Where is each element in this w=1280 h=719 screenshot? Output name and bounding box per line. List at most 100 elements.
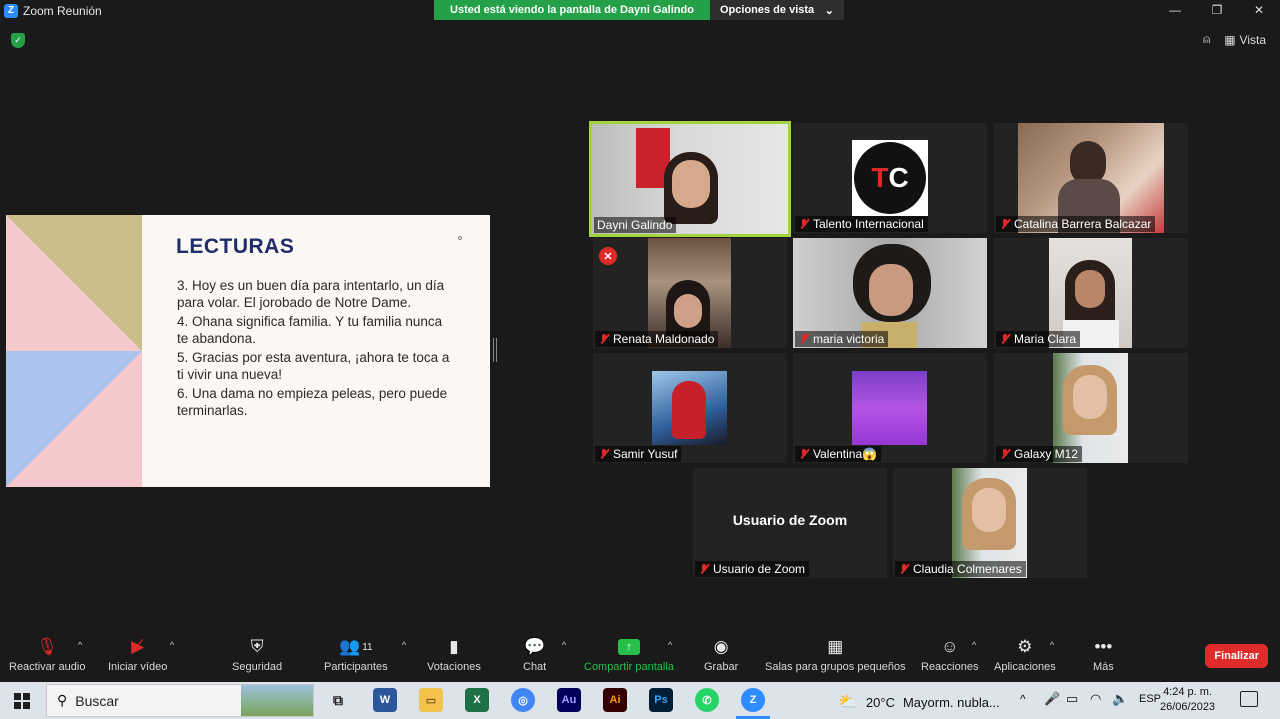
search-icon: ⚲ <box>57 692 68 708</box>
participants-icon: 👥 11 <box>339 637 373 656</box>
more-dots-icon: ••• <box>1094 637 1113 656</box>
participant-tile[interactable]: Usuario de Zoom Usuario de Zoom <box>693 468 887 578</box>
zoom-logo-icon: Z <box>4 3 18 18</box>
file-explorer-icon[interactable]: ▭ <box>419 688 443 712</box>
video-options-caret[interactable]: ^ <box>170 640 174 650</box>
security-label: Seguridad <box>232 661 283 673</box>
reactions-button[interactable]: ☺ Reacciones <box>921 636 978 673</box>
task-view-icon[interactable]: ⧉ <box>326 688 350 712</box>
breakout-rooms-button[interactable]: ▦ Salas para grupos pequeños <box>765 636 906 673</box>
taskbar-clock[interactable]: 4:24 p. m. 26/06/2023 <box>1160 685 1215 715</box>
battery-icon[interactable]: ▭ <box>1066 691 1078 707</box>
weather-desc: Mayorm. nubla... <box>902 694 1000 710</box>
video-off-icon: ▶̸ <box>131 637 145 656</box>
shared-screen-slide: LECTURAS 3. Hoy es un buen día para inte… <box>6 215 490 487</box>
polls-button[interactable]: ▮ Votaciones <box>427 636 481 673</box>
windows-start-icon[interactable] <box>14 693 30 709</box>
smiley-icon: ☺ <box>941 637 959 656</box>
microphone-tray-icon[interactable]: 🎤 <box>1044 691 1060 707</box>
participants-count: 11 <box>362 641 373 653</box>
chat-options-caret[interactable]: ^ <box>562 640 566 650</box>
word-icon[interactable]: W <box>373 688 397 712</box>
mic-muted-icon: 🎙 <box>36 637 59 656</box>
whatsapp-icon[interactable]: ✆ <box>695 688 719 712</box>
participants-options-caret[interactable]: ^ <box>402 640 406 650</box>
security-shield-icon[interactable]: ✓ <box>11 33 25 48</box>
split-view-divider[interactable] <box>493 338 497 362</box>
apps-icon: ⚙ <box>1017 637 1033 656</box>
tray-overflow-icon[interactable]: ^ <box>1020 692 1026 706</box>
view-button[interactable]: ▦ Vista <box>1224 33 1266 47</box>
mic-muted-icon <box>898 563 910 575</box>
security-button[interactable]: ⛨ Seguridad <box>232 636 282 673</box>
audition-icon[interactable]: Au <box>557 688 581 712</box>
record-label: Grabar <box>704 661 739 673</box>
shield-icon: ⛨ <box>250 637 264 656</box>
reactions-label: Reacciones <box>921 661 979 673</box>
participant-tile[interactable]: Samir Yusuf <box>593 353 787 463</box>
participant-tile[interactable]: Maria Clara <box>994 238 1188 348</box>
polls-label: Votaciones <box>427 661 481 673</box>
chat-button[interactable]: 💬 Chat <box>523 636 546 673</box>
person-face <box>1073 375 1107 419</box>
excel-icon[interactable]: X <box>465 688 489 712</box>
minimize-button[interactable]: — <box>1154 0 1196 20</box>
mic-muted-icon <box>798 333 810 345</box>
photoshop-icon[interactable]: Ps <box>649 688 673 712</box>
mic-muted-icon <box>999 218 1011 230</box>
wifi-icon[interactable]: ◠ <box>1090 691 1101 707</box>
participant-name: Claudia Colmenares <box>895 561 1026 577</box>
participant-name: Valentina😱 <box>795 446 882 462</box>
participant-tile[interactable]: Valentina😱 <box>793 353 987 463</box>
share-options-caret[interactable]: ^ <box>668 640 672 650</box>
speaker-icon[interactable]: 🔈 <box>1112 691 1128 707</box>
view-options-button[interactable]: Opciones de vista ⌄ <box>710 0 844 20</box>
unmute-button[interactable]: 🎙 Reactivar audio <box>9 636 85 673</box>
mic-muted-icon <box>598 448 610 460</box>
participant-tile[interactable]: Galaxy M12 <box>994 353 1188 463</box>
language-indicator[interactable]: ESP <box>1139 693 1161 705</box>
chat-label: Chat <box>523 661 547 673</box>
share-screen-icon: ↑ <box>617 636 640 658</box>
participant-tile[interactable]: Claudia Colmenares <box>893 468 1087 578</box>
participant-name: Samir Yusuf <box>595 446 682 462</box>
end-meeting-button[interactable]: Finalizar <box>1205 644 1268 668</box>
slide-decoration <box>6 215 142 487</box>
participant-tile[interactable]: TC Talento Internacional <box>793 123 987 233</box>
breakout-rooms-label: Salas para grupos pequeños <box>765 661 906 673</box>
start-video-button[interactable]: ▶̸ Iniciar vídeo <box>108 636 167 673</box>
slide-line: 5. Gracias por esta aventura, ¡ahora te … <box>177 350 450 382</box>
audio-options-caret[interactable]: ^ <box>78 640 82 650</box>
apps-button[interactable]: ⚙ Aplicaciones <box>994 636 1056 673</box>
participants-button[interactable]: 👥 11 Participantes <box>324 636 388 673</box>
participant-tile[interactable]: maria victoria <box>793 238 987 348</box>
participant-tile[interactable]: ✕ Renata Maldonado <box>593 238 787 348</box>
view-options-label: Opciones de vista <box>720 4 815 16</box>
participant-tile[interactable]: Dayni Galindo <box>589 121 791 237</box>
windows-taskbar: ⚲ Buscar ⧉ W ▭ X ◎ Au Ai Ps ✆ Z ⛅ 20°C M… <box>0 682 1280 719</box>
mic-muted-icon <box>598 333 610 345</box>
reactions-options-caret[interactable]: ^ <box>972 640 976 650</box>
clock-date: 26/06/2023 <box>1160 701 1216 713</box>
weather-widget[interactable]: ⛅ 20°C Mayorm. nubla... <box>838 692 1000 712</box>
restore-button[interactable]: ❐ <box>1196 0 1238 20</box>
record-button[interactable]: ◉ Grabar <box>704 636 738 673</box>
illustrator-icon[interactable]: Ai <box>603 688 627 712</box>
immersive-view-icon[interactable]: ⍝ <box>1203 32 1210 47</box>
grid-view-icon: ▦ <box>1224 32 1236 47</box>
chrome-icon[interactable]: ◎ <box>511 688 535 712</box>
view-button-label: Vista <box>1239 32 1266 47</box>
more-button[interactable]: ••• Más <box>1093 636 1114 673</box>
participant-name: Dayni Galindo <box>594 217 677 233</box>
apps-options-caret[interactable]: ^ <box>1050 640 1054 650</box>
zoom-taskbar-icon[interactable]: Z <box>741 688 765 712</box>
person-face <box>869 264 913 316</box>
chevron-down-icon: ⌄ <box>824 4 834 17</box>
slide-line: 3. Hoy es un buen día para intentarlo, u… <box>177 278 445 310</box>
apps-label: Aplicaciones <box>994 661 1056 673</box>
close-button[interactable]: ✕ <box>1238 0 1280 20</box>
notifications-icon[interactable] <box>1240 691 1258 707</box>
share-screen-button[interactable]: ↑ Compartir pantalla <box>584 636 674 673</box>
taskbar-search[interactable]: ⚲ Buscar <box>46 684 314 717</box>
participant-tile[interactable]: Catalina Barrera Balcazar <box>994 123 1188 233</box>
